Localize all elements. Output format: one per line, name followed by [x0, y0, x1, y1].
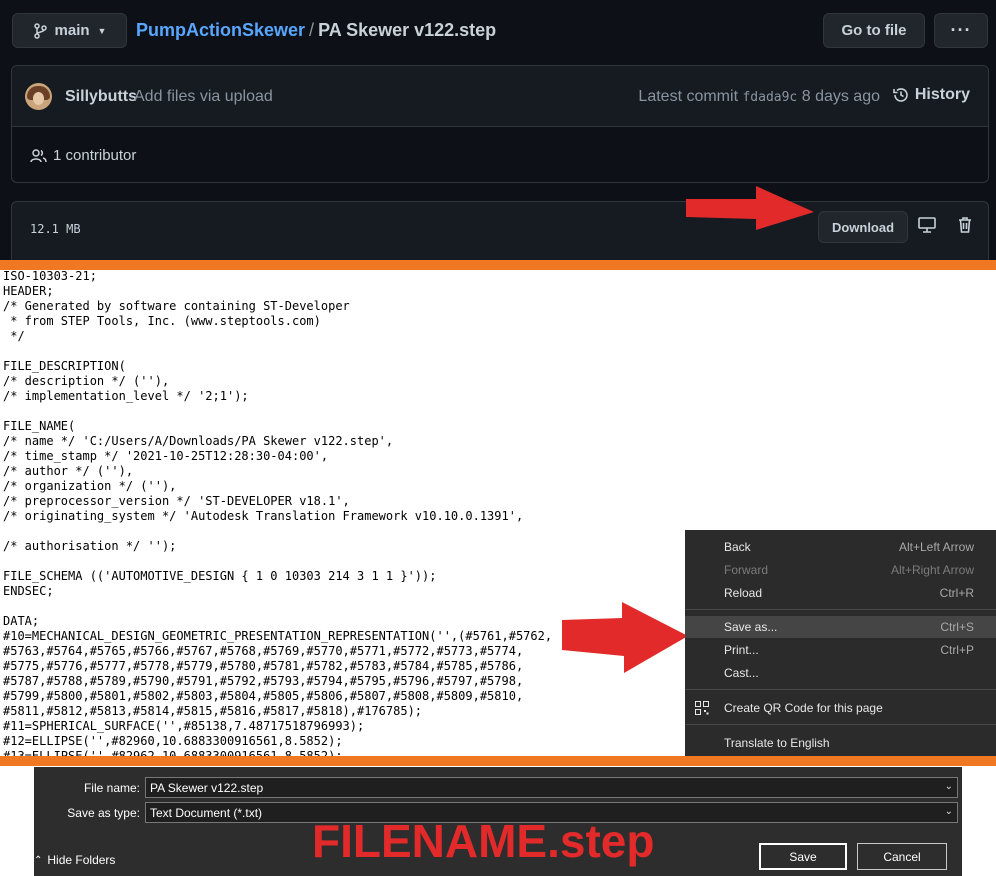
menu-separator: [685, 689, 996, 690]
file-name-input[interactable]: PA Skewer v122.step ⌄: [145, 777, 958, 798]
history-icon: [893, 88, 908, 102]
menu-label: Save as...: [724, 620, 778, 634]
red-arrow-annotation: [562, 602, 688, 673]
qr-code-icon: [695, 701, 709, 715]
menu-shortcut: Alt+Left Arrow: [898, 540, 974, 554]
menu-label: Create QR Code for this page: [724, 701, 883, 715]
menu-item-cast[interactable]: Cast...: [685, 662, 996, 684]
chevron-down-icon: ▼: [97, 25, 107, 36]
save-type-label: Save as type:: [67, 806, 140, 820]
file-name-value: PA Skewer v122.step: [150, 781, 264, 795]
save-as-dialog: File name: PA Skewer v122.step ⌄ Save as…: [34, 767, 962, 876]
desktop-icon[interactable]: [917, 216, 937, 234]
commit-sha[interactable]: fdada9c: [742, 90, 797, 105]
avatar[interactable]: [25, 83, 52, 110]
repo-link[interactable]: PumpActionSkewer: [136, 20, 305, 40]
menu-item-reload[interactable]: Reload Ctrl+R: [685, 582, 996, 604]
git-branch-icon: [33, 22, 47, 39]
hide-folders-label: Hide Folders: [47, 853, 116, 867]
divider-bar: [0, 756, 996, 766]
github-file-header: main ▼ PumpActionSkewer / PA Skewer v122.s…: [0, 0, 996, 261]
menu-label: Reload: [724, 586, 763, 600]
file-toolbar: 12.1 MB Download: [11, 201, 989, 261]
commit-author[interactable]: Sillybutts: [65, 88, 137, 106]
chevron-up-icon: ⌃: [34, 854, 43, 866]
branch-selector[interactable]: main ▼: [12, 13, 127, 48]
menu-separator: [685, 609, 996, 610]
context-menu: Back Alt+Left Arrow Forward Alt+Right Ar…: [685, 530, 996, 756]
more-options-button[interactable]: ···: [934, 13, 988, 48]
history-label: History: [914, 86, 970, 103]
save-button[interactable]: Save: [759, 843, 847, 870]
file-size: 12.1 MB: [30, 222, 81, 236]
menu-label: Print...: [724, 643, 759, 657]
contributors-count: 1 contributor: [53, 147, 137, 164]
menu-shortcut: Ctrl+R: [939, 586, 974, 600]
red-arrow-annotation: [686, 186, 814, 230]
commit-message[interactable]: Add files via upload: [134, 88, 273, 106]
latest-commit-row: Sillybutts Add files via upload Latest c…: [12, 66, 988, 127]
commit-age: 8 days ago: [801, 88, 880, 105]
go-to-file-button[interactable]: Go to file: [823, 13, 925, 48]
menu-shortcut: Ctrl+S: [940, 620, 974, 634]
menu-item-forward[interactable]: Forward Alt+Right Arrow: [685, 559, 996, 581]
branch-name: main: [54, 22, 90, 39]
menu-item-translate[interactable]: Translate to English: [685, 732, 996, 754]
chevron-down-icon[interactable]: ⌄: [945, 781, 953, 792]
breadcrumb-separator: /: [309, 20, 315, 40]
menu-label: Cast...: [724, 666, 759, 680]
code-text: ISO-10303-21; HEADER; /* Generated by so…: [3, 270, 553, 756]
cancel-button[interactable]: Cancel: [857, 843, 947, 870]
breadcrumb: PumpActionSkewer / PA Skewer v122.step: [136, 20, 496, 41]
menu-label: Back: [724, 540, 751, 554]
menu-label: Forward: [724, 563, 769, 577]
menu-label: Translate to English: [724, 736, 830, 750]
history-link[interactable]: History: [892, 86, 970, 104]
commit-box: Sillybutts Add files via upload Latest c…: [11, 65, 989, 183]
menu-shortcut: Alt+Right Arrow: [890, 563, 974, 577]
hide-folders-toggle[interactable]: ⌃ Hide Folders: [34, 853, 115, 867]
contributors-link[interactable]: 1 contributor: [30, 147, 136, 164]
file-name: PA Skewer v122.step: [318, 20, 497, 40]
menu-item-qr-code[interactable]: Create QR Code for this page: [685, 697, 996, 719]
menu-shortcut: Ctrl+P: [940, 643, 974, 657]
chevron-down-icon[interactable]: ⌄: [945, 806, 953, 817]
menu-separator: [685, 724, 996, 725]
file-name-label: File name:: [83, 781, 140, 795]
download-button[interactable]: Download: [818, 211, 908, 243]
latest-commit-label: Latest commit: [638, 88, 739, 105]
people-icon: [30, 148, 47, 162]
trash-icon[interactable]: [956, 216, 974, 234]
latest-commit-info: Latest commit fdada9c 8 days ago: [638, 88, 880, 106]
filename-annotation: FILENAME.step: [312, 815, 655, 867]
divider-bar: [0, 260, 996, 270]
save-type-value: Text Document (*.txt): [150, 806, 263, 820]
menu-item-print[interactable]: Print... Ctrl+P: [685, 639, 996, 661]
menu-item-back[interactable]: Back Alt+Left Arrow: [685, 536, 996, 558]
menu-item-save-as[interactable]: Save as... Ctrl+S: [685, 616, 996, 638]
